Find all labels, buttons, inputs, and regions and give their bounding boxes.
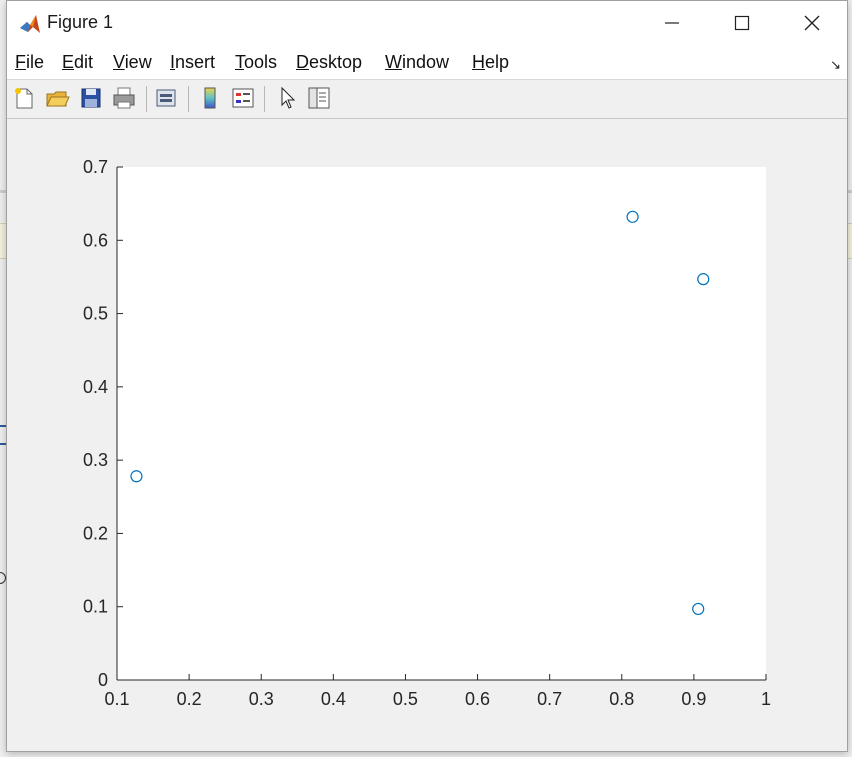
y-tick-label: 0.6 <box>83 230 108 250</box>
title-bar[interactable]: Figure 1 <box>7 1 847 45</box>
toolbar-separator <box>146 86 147 112</box>
scatter-plot[interactable]: 0.1 0.2 0.3 0.4 0.5 0.6 0.7 0.8 0.9 100.10.20.30.… <box>7 119 847 749</box>
link-plot-icon[interactable] <box>153 85 179 111</box>
y-tick-label: 0.5 <box>83 304 108 324</box>
menu-file[interactable]: File <box>15 52 44 73</box>
x-tick-label: 0.7 <box>537 689 562 709</box>
matlab-logo-icon <box>20 15 40 33</box>
minimize-icon <box>665 22 679 24</box>
open-file-icon[interactable] <box>44 85 70 111</box>
new-figure-icon[interactable] <box>11 85 37 111</box>
x-tick-label: 0.2 <box>177 689 202 709</box>
x-tick-label: 0.4 <box>321 689 346 709</box>
menu-help[interactable]: Help <box>472 52 509 73</box>
x-tick-label: 0.1 <box>104 689 129 709</box>
insert-legend-icon[interactable] <box>230 85 256 111</box>
toolbar <box>7 80 847 119</box>
menu-view[interactable]: View <box>113 52 152 73</box>
x-tick-label: 0.5 <box>393 689 418 709</box>
menu-desktop[interactable]: Desktop <box>296 52 362 73</box>
figure-window: Figure 1 File Edit View Insert Tools Des… <box>6 0 848 752</box>
maximize-button[interactable] <box>707 1 777 45</box>
edit-plot-icon[interactable] <box>275 85 301 111</box>
x-tick-label: 0.3 <box>249 689 274 709</box>
axes-background <box>117 167 766 680</box>
y-tick-label: 0.2 <box>83 523 108 543</box>
x-tick-label: 0.6 <box>465 689 490 709</box>
y-tick-label: 0.7 <box>83 157 108 177</box>
maximize-icon <box>734 15 750 31</box>
menu-window[interactable]: Window <box>385 52 449 73</box>
minimize-button[interactable] <box>637 1 707 45</box>
close-icon <box>804 15 820 31</box>
toolbar-separator <box>188 86 189 112</box>
x-tick-label: 0.9 <box>681 689 706 709</box>
y-tick-label: 0.1 <box>83 597 108 617</box>
close-button[interactable] <box>777 1 847 45</box>
toolbar-separator <box>264 86 265 112</box>
y-tick-label: 0.4 <box>83 377 108 397</box>
window-title: Figure 1 <box>47 12 114 32</box>
save-icon[interactable] <box>78 85 104 111</box>
y-tick-label: 0 <box>98 670 108 690</box>
x-tick-label: 1 <box>761 689 771 709</box>
insert-colorbar-icon[interactable] <box>197 85 223 111</box>
x-tick-label: 0.8 <box>609 689 634 709</box>
menu-edit[interactable]: Edit <box>62 52 93 73</box>
figure-canvas: 0.1 0.2 0.3 0.4 0.5 0.6 0.7 0.8 0.9 1 0 0.1 0.2 0.3 0.… <box>7 119 847 749</box>
print-icon[interactable] <box>111 85 137 111</box>
dock-arrow-icon[interactable]: ↘ <box>830 57 841 73</box>
y-tick-label: 0.3 <box>83 450 108 470</box>
menu-tools[interactable]: Tools <box>235 52 277 73</box>
menu-insert[interactable]: Insert <box>170 52 215 73</box>
property-inspector-icon[interactable] <box>306 85 332 111</box>
menu-bar: File Edit View Insert Tools Desktop Wind… <box>7 45 847 80</box>
